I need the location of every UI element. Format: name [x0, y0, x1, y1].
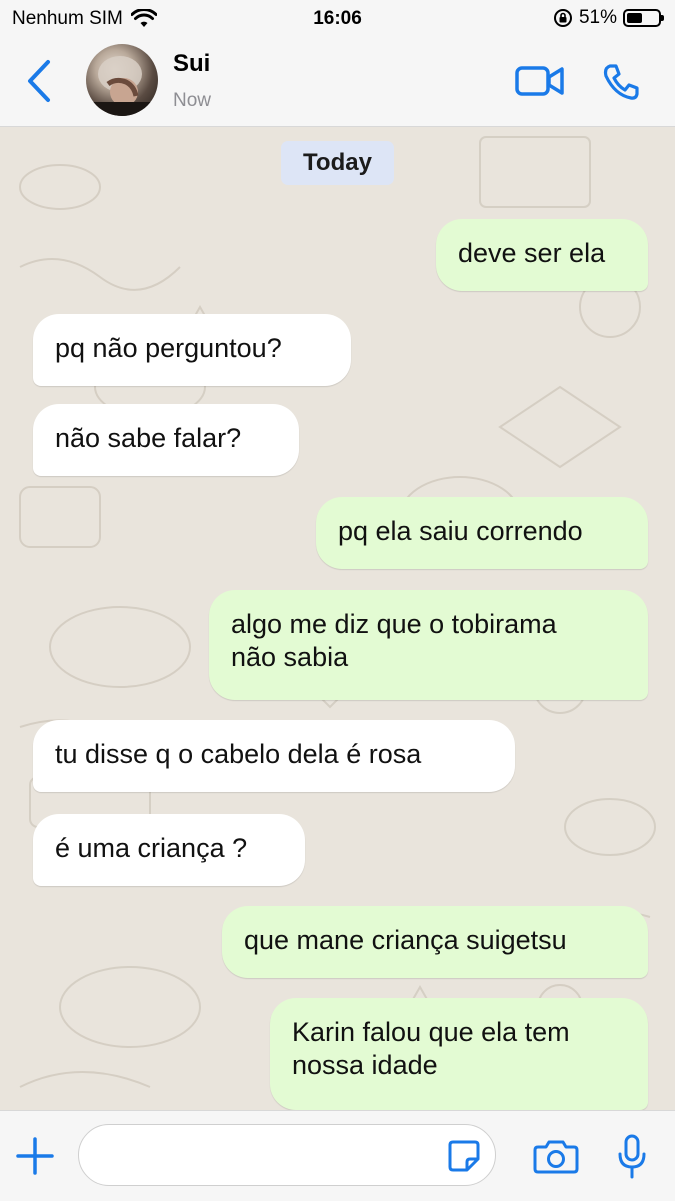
- camera-icon[interactable]: [533, 1138, 579, 1174]
- status-right: 51%: [553, 7, 664, 29]
- message-text-line: não sabia: [231, 642, 349, 672]
- message-text-line: Karin falou que ela tem: [292, 1017, 570, 1047]
- avatar-photo: [86, 56, 158, 116]
- message-text: tu disse q o cabelo dela é rosa: [55, 739, 422, 769]
- message-bubble-incoming[interactable]: não sabe falar?: [33, 404, 299, 476]
- message-bubble-outgoing[interactable]: pq ela saiu correndo: [316, 497, 648, 569]
- contact-status: Now: [173, 90, 212, 111]
- avatar[interactable]: [86, 44, 158, 116]
- message-bubble-outgoing[interactable]: deve ser ela: [436, 219, 648, 291]
- message-text: é uma criança ?: [55, 833, 248, 863]
- message-bubble-incoming[interactable]: pq não perguntou?: [33, 314, 351, 386]
- message-bubble-outgoing[interactable]: algo me diz que o tobirama não sabia: [209, 590, 648, 700]
- battery-icon: [623, 9, 664, 27]
- message-text: pq ela saiu correndo: [338, 516, 583, 546]
- message-text: pq não perguntou?: [55, 333, 282, 363]
- message-bubble-incoming[interactable]: é uma criança ?: [33, 814, 305, 886]
- message-input[interactable]: [78, 1124, 496, 1186]
- orientation-lock-icon: [553, 9, 572, 27]
- microphone-icon[interactable]: [617, 1134, 647, 1180]
- chat-area[interactable]: Today deve ser ela pq não perguntou? não…: [0, 127, 675, 1110]
- contact-name[interactable]: Sui: [173, 50, 210, 78]
- plus-icon[interactable]: [14, 1135, 56, 1177]
- message-bubble-outgoing[interactable]: que mane criança suigetsu: [222, 906, 648, 978]
- battery-percent: 51%: [578, 7, 617, 28]
- message-bubble-incoming[interactable]: tu disse q o cabelo dela é rosa: [33, 720, 515, 792]
- sticker-icon[interactable]: [447, 1139, 481, 1173]
- message-bubble-outgoing[interactable]: Karin falou que ela tem nossa idade: [270, 998, 648, 1110]
- chat-header: Sui Now: [0, 38, 675, 127]
- status-bar: Nenhum SIM 16:06 51%: [0, 0, 675, 38]
- message-text-line: nossa idade: [292, 1050, 438, 1080]
- message-text: que mane criança suigetsu: [244, 925, 567, 955]
- message-input-bar: [0, 1110, 675, 1201]
- video-call-icon[interactable]: [515, 65, 565, 97]
- phone-icon[interactable]: [601, 62, 641, 102]
- message-text: não sabe falar?: [55, 423, 242, 453]
- back-chevron-icon[interactable]: [22, 58, 58, 104]
- date-divider: Today: [281, 141, 394, 185]
- message-text-line: algo me diz que o tobirama: [231, 609, 557, 639]
- message-text: deve ser ela: [458, 238, 606, 268]
